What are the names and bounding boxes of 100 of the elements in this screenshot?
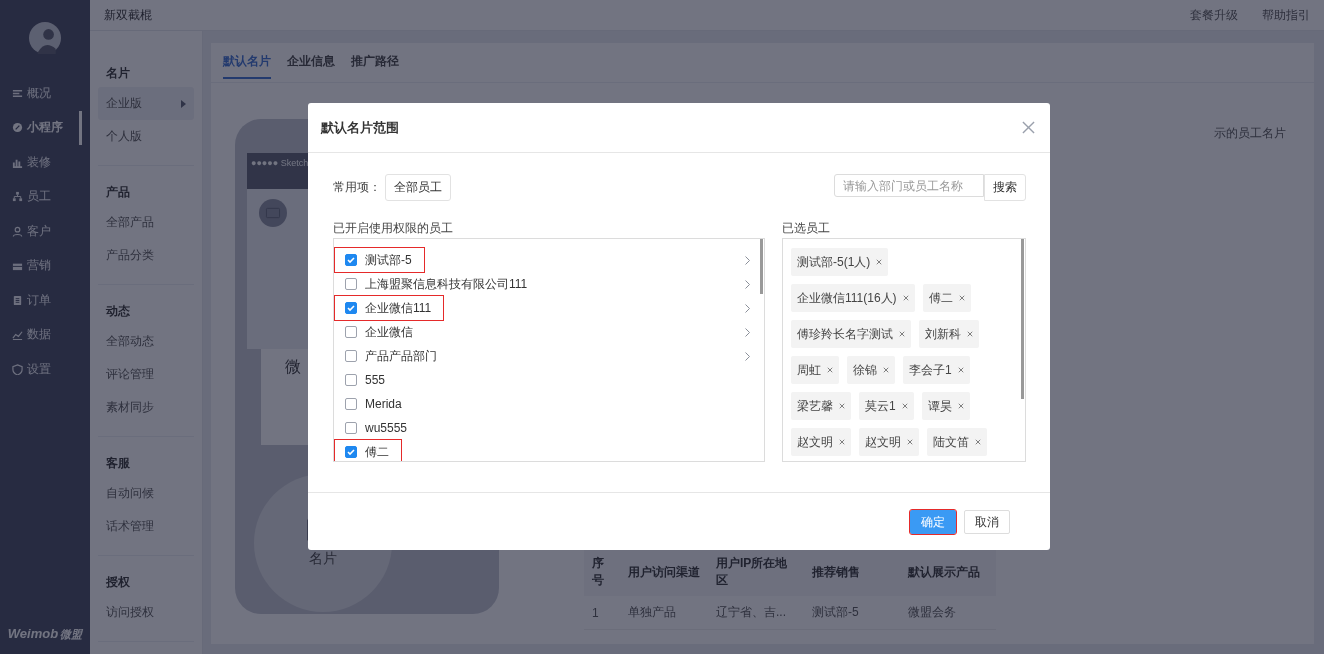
- scrollbar[interactable]: [760, 239, 763, 294]
- card-icon: [259, 199, 287, 227]
- search-button[interactable]: 搜索: [984, 174, 1026, 201]
- department-item[interactable]: 企业微信111: [335, 296, 444, 320]
- selected-tag: 周虹: [791, 356, 839, 384]
- remove-icon[interactable]: [839, 403, 845, 409]
- checkbox[interactable]: [345, 374, 357, 386]
- preset-button[interactable]: 全部员工: [385, 174, 451, 201]
- department-item[interactable]: 产品产品部门: [335, 344, 449, 368]
- selected-tag: 测试部-5(1人): [791, 248, 889, 276]
- selected-tag: 赵文明: [859, 428, 919, 456]
- person-icon: [12, 225, 23, 237]
- chevron-right-icon[interactable]: [745, 303, 750, 313]
- checkbox[interactable]: [345, 350, 357, 362]
- checkbox[interactable]: [345, 302, 357, 314]
- checkbox[interactable]: [345, 254, 357, 266]
- sub-nav-item[interactable]: 企业版: [98, 87, 194, 120]
- sub-nav-item[interactable]: 素材同步: [98, 391, 194, 424]
- chevron-right-icon[interactable]: [745, 279, 750, 289]
- tab[interactable]: 推广路径: [351, 53, 399, 77]
- selected-tag: 企业微信111(16人): [791, 284, 915, 312]
- table-cell: 辽宁省、吉...: [708, 596, 804, 630]
- tab[interactable]: 企业信息: [287, 53, 335, 77]
- remove-icon[interactable]: [907, 439, 913, 445]
- sub-nav-item[interactable]: 个人版: [98, 120, 194, 153]
- preset-label: 常用项：: [333, 179, 381, 196]
- search-field[interactable]: 请输入部门或员工名称: [834, 174, 984, 197]
- nav-item[interactable]: 订单: [0, 283, 90, 318]
- chevron-right-icon[interactable]: [745, 327, 750, 337]
- remove-icon[interactable]: [957, 367, 964, 373]
- remove-icon[interactable]: [876, 259, 883, 265]
- checkbox[interactable]: [345, 278, 357, 290]
- card-title: 微: [285, 358, 301, 375]
- selected-tag: 李会子1: [903, 356, 970, 384]
- nav-item[interactable]: 小程序: [0, 110, 82, 145]
- sub-nav-item[interactable]: 全部产品: [98, 206, 194, 239]
- sub-nav-item[interactable]: 访问授权: [98, 596, 194, 629]
- nav-group-title: 产品: [105, 184, 131, 201]
- sub-nav-item[interactable]: 话术管理: [98, 510, 194, 543]
- document-icon: [12, 294, 23, 306]
- checkbox[interactable]: [345, 326, 357, 338]
- link-icon: [12, 122, 23, 134]
- tab[interactable]: 默认名片: [223, 53, 271, 79]
- org-chart-icon: [12, 191, 23, 203]
- remove-icon[interactable]: [883, 367, 889, 373]
- column-header: 默认展示产品: [900, 548, 996, 596]
- nav-item[interactable]: 装修: [0, 145, 90, 180]
- selected-tag: 徐锦: [847, 356, 895, 384]
- confirm-button[interactable]: 确定: [910, 510, 956, 534]
- nav-item[interactable]: 概况: [0, 76, 90, 111]
- department-item[interactable]: 测试部-5: [335, 248, 424, 272]
- close-icon[interactable]: [1022, 121, 1035, 134]
- remove-icon[interactable]: [839, 439, 845, 445]
- remove-icon[interactable]: [975, 439, 981, 445]
- remove-icon[interactable]: [901, 403, 908, 409]
- selected-tag: 傅二: [922, 284, 971, 312]
- selected-tag: 傅珍羚长名字测试: [791, 320, 911, 348]
- remove-icon[interactable]: [957, 403, 964, 409]
- department-item[interactable]: 傅二: [335, 440, 401, 461]
- header-link[interactable]: 套餐升级: [1190, 6, 1238, 24]
- hint-text: 示的员工名片: [1214, 125, 1286, 142]
- column-header: 序号: [584, 548, 620, 596]
- remove-icon[interactable]: [899, 331, 905, 337]
- selected-tag: 刘新科: [919, 320, 979, 348]
- nav-item[interactable]: 客户: [0, 214, 90, 249]
- nav-item[interactable]: 营销: [0, 248, 90, 283]
- department-item[interactable]: wu5555: [335, 416, 420, 440]
- sub-nav-item[interactable]: 全部动态: [98, 325, 194, 358]
- dialog-title: 默认名片范围: [321, 118, 399, 137]
- table-cell: 单独产品: [620, 596, 708, 630]
- checkbox[interactable]: [345, 422, 357, 434]
- remove-icon[interactable]: [827, 367, 833, 373]
- checkbox[interactable]: [345, 446, 357, 458]
- scrollbar[interactable]: [1021, 239, 1024, 399]
- table-cell: 测试部-5: [804, 596, 900, 630]
- checkbox[interactable]: [345, 398, 357, 410]
- department-item[interactable]: 企业微信: [335, 320, 425, 344]
- sub-nav-item[interactable]: 评论管理: [98, 358, 194, 391]
- column-header: 用户IP所在地区: [708, 548, 804, 596]
- selected-tag: 赵文明: [791, 428, 851, 456]
- selected-tag: 梁艺馨: [791, 392, 851, 420]
- sub-nav-item[interactable]: 产品分类: [98, 239, 194, 272]
- department-item[interactable]: 上海盟聚信息科技有限公司111: [335, 272, 540, 296]
- sub-nav-item[interactable]: 自动问候: [98, 477, 194, 510]
- remove-icon[interactable]: [967, 331, 973, 337]
- table-cell: 1: [584, 596, 620, 630]
- remove-icon[interactable]: [902, 295, 909, 301]
- chevron-right-icon[interactable]: [745, 351, 750, 361]
- list-icon: [12, 87, 23, 99]
- department-item[interactable]: Merida: [335, 392, 414, 416]
- cancel-button[interactable]: 取消: [964, 510, 1010, 534]
- avatar-icon[interactable]: [29, 22, 61, 54]
- selected-tag: 陆文笛: [927, 428, 987, 456]
- department-item[interactable]: 555: [335, 368, 398, 392]
- nav-group-title: 授权: [105, 574, 131, 591]
- chevron-right-icon[interactable]: [745, 255, 750, 265]
- header-link[interactable]: 帮助指引: [1262, 6, 1310, 24]
- remove-icon[interactable]: [958, 295, 965, 301]
- selected-tag: 谭昊: [921, 392, 970, 420]
- list-title: 已选员工: [782, 220, 831, 237]
